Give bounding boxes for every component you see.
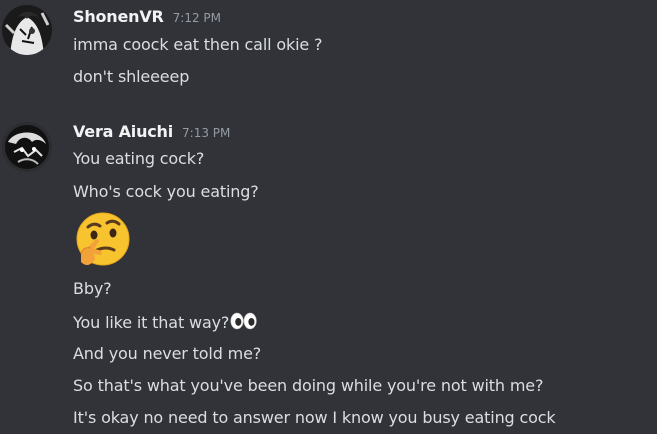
message-group-vera-aiuchi: Vera Aiuchi 7:13 PM You eating cock? Who… [0,118,657,434]
message-group-shonenvr: ShonenVR 7:12 PM imma coock eat then cal… [0,0,657,100]
thinking-face-emoji[interactable] [73,210,133,270]
avatar-image [2,5,52,55]
username[interactable]: Vera Aiuchi [73,122,173,141]
username[interactable]: ShonenVR [73,7,164,26]
eyes-emoji[interactable] [230,312,258,330]
chat-messages: ShonenVR 7:12 PM imma coock eat then cal… [0,0,657,434]
message-text: don't shleeeep [73,67,190,86]
message-text: You like it that way? [73,313,230,332]
message-text: And you never told me? [73,344,262,363]
message-text: Bby? [73,279,112,298]
avatar[interactable] [2,122,52,172]
avatar-image [2,122,52,172]
message-text: You eating cock? [73,149,205,168]
message-text-with-emoji: You like it that way? [73,312,258,333]
message-text: It's okay no need to answer now I know y… [73,408,556,427]
timestamp[interactable]: 7:13 PM [182,126,230,140]
message-text: imma coock eat then call okie ? [73,35,323,54]
avatar[interactable] [2,5,52,55]
message-text: Who's cock you eating? [73,182,259,201]
timestamp[interactable]: 7:12 PM [173,11,221,25]
message-text: So that's what you've been doing while y… [73,376,544,395]
